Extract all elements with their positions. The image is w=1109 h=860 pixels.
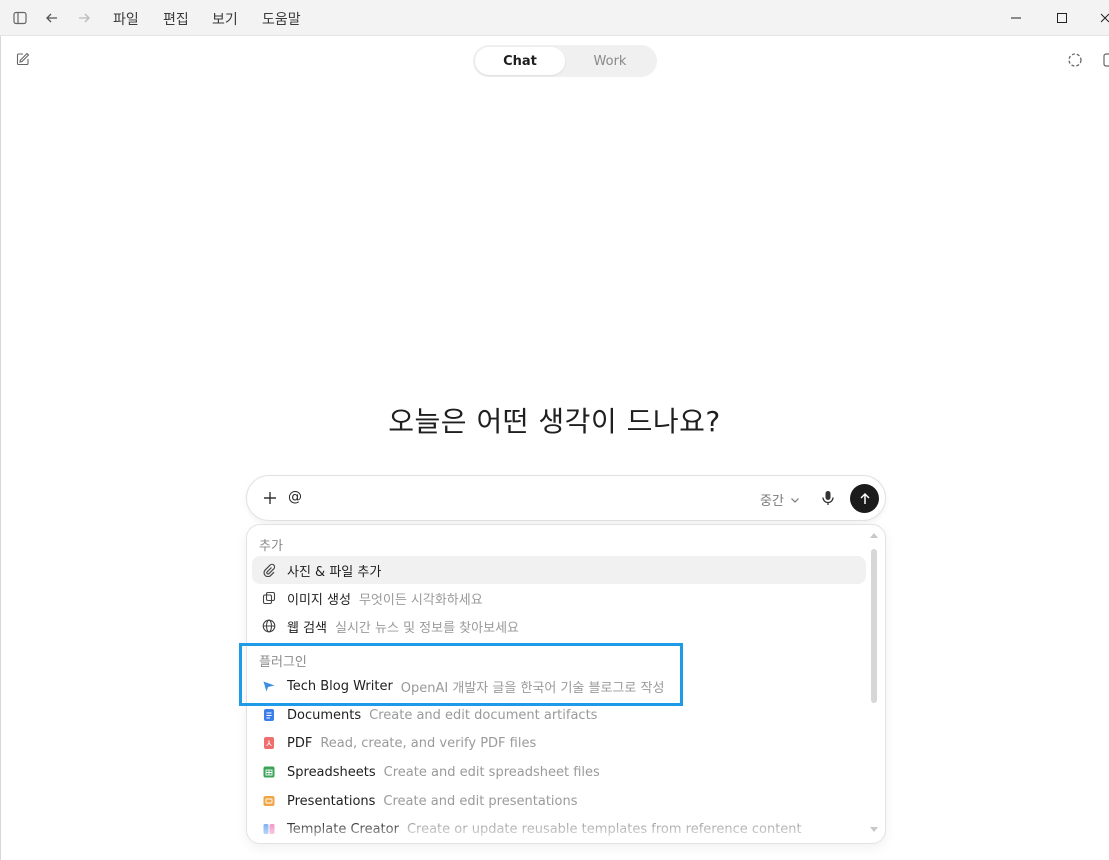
mention-popup: 추가 사진 & 파일 추가 이미지 생성 무엇이든 시각화하세요 웹 검색 실시… (246, 524, 886, 844)
menu-item-web-search[interactable]: 웹 검색 실시간 뉴스 및 정보를 찾아보세요 (252, 612, 866, 640)
paperclip-icon (260, 561, 278, 579)
item-label: Template Creator (287, 821, 399, 837)
menu-item-documents[interactable]: Documents Create and edit document artif… (252, 701, 866, 729)
item-description: Create and edit spreadsheet files (383, 764, 600, 780)
scroll-up-icon[interactable] (870, 533, 878, 538)
image-gen-icon (260, 589, 278, 607)
menu-view[interactable]: 보기 (212, 9, 238, 29)
arrow-up-icon (859, 492, 870, 504)
send-button[interactable] (850, 484, 879, 513)
panel-icon[interactable] (1099, 51, 1109, 69)
menu-item-presentations[interactable]: Presentations Create and edit presentati… (252, 787, 866, 815)
documents-icon (260, 706, 278, 724)
item-description: Read, create, and verify PDF files (320, 735, 537, 751)
item-label: 이미지 생성 (287, 592, 351, 608)
menu-item-pdf[interactable]: PDF Read, create, and verify PDF files (252, 729, 866, 757)
new-chat-icon[interactable] (14, 50, 32, 68)
menu-item-image-gen[interactable]: 이미지 생성 무엇이든 시각화하세요 (252, 584, 866, 612)
plus-icon[interactable] (261, 489, 279, 507)
microphone-icon[interactable] (819, 489, 837, 507)
item-label: Tech Blog Writer (287, 678, 393, 694)
close-icon[interactable] (1096, 9, 1109, 27)
item-label: PDF (287, 735, 313, 751)
tab-chat[interactable]: Chat (475, 47, 565, 75)
chat-composer[interactable]: @ 중간 (246, 475, 886, 521)
message-input[interactable]: @ (288, 489, 302, 505)
item-label: Documents (287, 707, 362, 723)
section-label-add: 추가 (259, 539, 283, 554)
arrow-right-icon[interactable] (75, 9, 93, 27)
menu-item-spreadsheets[interactable]: Spreadsheets Create and edit spreadsheet… (252, 758, 866, 786)
item-label: 사진 & 파일 추가 (287, 564, 382, 580)
effort-selector[interactable]: 중간 (760, 490, 800, 509)
item-description: OpenAI 개발자 글을 한국어 기술 블로그로 작성 (400, 680, 665, 696)
scroll-down-icon[interactable] (870, 827, 878, 832)
item-label: Presentations (287, 793, 376, 809)
scrollbar-thumb[interactable] (871, 549, 877, 703)
item-label: Spreadsheets (287, 764, 376, 780)
section-label-plugins: 플러그인 (259, 655, 307, 670)
item-description: Create and edit document artifacts (369, 707, 598, 723)
item-description: 무엇이든 시각화하세요 (358, 592, 483, 608)
pdf-icon (260, 734, 278, 752)
item-description: 실시간 뉴스 및 정보를 찾아보세요 (335, 620, 519, 636)
item-description: Create and edit presentations (383, 793, 578, 809)
window-edge (0, 36, 1, 860)
chevron-down-icon (790, 497, 799, 503)
page-title: 오늘은 어떤 생각이 드나요? (388, 405, 721, 438)
spreadsheet-icon (260, 763, 278, 781)
menu-item-tech-blog-writer[interactable]: Tech Blog Writer OpenAI 개발자 글을 한국어 기술 블로… (252, 672, 866, 700)
globe-icon (260, 617, 278, 635)
menu-item-add-files[interactable]: 사진 & 파일 추가 (252, 556, 866, 584)
menu-file[interactable]: 파일 (113, 9, 139, 29)
maximize-icon[interactable] (1053, 9, 1071, 27)
menu-item-template-creator[interactable]: Template Creator Create or update reusab… (252, 815, 866, 843)
item-description: Create or update reusable templates from… (406, 821, 802, 837)
mode-switch: Chat Work (473, 45, 657, 77)
temporary-chat-icon[interactable] (1066, 51, 1084, 69)
send-plane-icon (260, 677, 278, 695)
minimize-icon[interactable] (1007, 9, 1025, 27)
tab-work[interactable]: Work (565, 47, 655, 75)
sidebar-toggle-icon[interactable] (11, 9, 29, 27)
presentation-icon (260, 792, 278, 810)
template-icon (260, 820, 278, 838)
effort-label: 중간 (760, 494, 784, 509)
arrow-left-icon[interactable] (43, 9, 61, 27)
item-label: 웹 검색 (287, 620, 328, 636)
menu-edit[interactable]: 편집 (163, 9, 189, 29)
menu-help[interactable]: 도움말 (262, 9, 301, 29)
title-bar: 파일 편집 보기 도움말 (0, 0, 1109, 36)
